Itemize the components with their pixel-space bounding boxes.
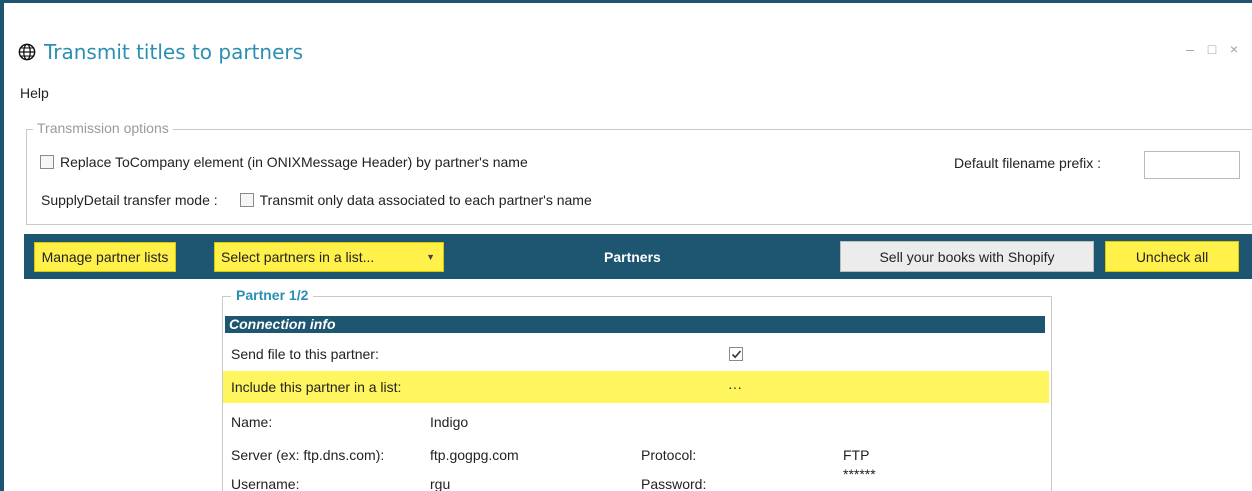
transmission-options-group: Transmission options: [26, 120, 1252, 225]
partners-title: Partners: [604, 249, 661, 265]
username-value[interactable]: rgu: [430, 476, 450, 491]
partners-toolbar: Manage partner lists Select partners in …: [24, 234, 1252, 279]
username-row: Username: rgu Password: ******: [223, 466, 1049, 491]
name-label: Name:: [231, 414, 273, 430]
partner-legend: Partner 1/2: [231, 287, 314, 303]
replace-tocompany-label: Replace ToCompany element (in ONIXMessag…: [60, 154, 528, 170]
name-row: Name: Indigo: [223, 406, 1049, 438]
window-left-edge: [0, 3, 4, 491]
default-prefix-input[interactable]: [1144, 151, 1240, 179]
server-value[interactable]: ftp.gogpg.com: [430, 447, 519, 463]
maximize-button[interactable]: □: [1206, 41, 1218, 57]
window-controls: – □ ×: [1184, 41, 1240, 57]
name-value[interactable]: Indigo: [430, 414, 468, 430]
include-list-label: Include this partner in a list:: [231, 379, 402, 395]
close-button[interactable]: ×: [1228, 41, 1240, 57]
window-title: Transmit titles to partners: [44, 40, 304, 64]
username-label: Username:: [231, 476, 300, 491]
transmission-options-legend: Transmission options: [33, 120, 173, 136]
replace-tocompany-checkbox[interactable]: [40, 155, 54, 169]
send-file-row: Send file to this partner:: [223, 338, 1049, 370]
manage-partner-lists-button[interactable]: Manage partner lists: [34, 242, 176, 272]
include-list-more-button[interactable]: ···: [728, 379, 742, 395]
supply-mode-label: SupplyDetail transfer mode :: [41, 192, 218, 208]
server-label: Server (ex: ftp.dns.com):: [231, 447, 385, 463]
chevron-down-icon: ▼: [426, 252, 435, 262]
minimize-button[interactable]: –: [1184, 41, 1196, 57]
send-file-label: Send file to this partner:: [231, 346, 379, 362]
connection-info-header: Connection info: [225, 316, 1045, 333]
checkmark-icon: [731, 349, 741, 358]
select-partners-value: Select partners in a list...: [221, 249, 375, 265]
transmit-only-label: Transmit only data associated to each pa…: [259, 192, 592, 208]
protocol-label: Protocol:: [641, 447, 697, 463]
password-label: Password:: [641, 476, 707, 491]
supply-mode-row: SupplyDetail transfer mode : Transmit on…: [41, 192, 592, 208]
replace-tocompany-row: Replace ToCompany element (in ONIXMessag…: [40, 154, 528, 170]
main-window: Transmit titles to partners – □ × Help T…: [0, 0, 1252, 491]
title-bar: Transmit titles to partners: [18, 37, 303, 67]
uncheck-all-button[interactable]: Uncheck all: [1105, 241, 1239, 272]
menu-help[interactable]: Help: [20, 85, 49, 101]
protocol-value[interactable]: FTP: [843, 447, 869, 463]
send-file-checkbox[interactable]: [729, 347, 743, 361]
globe-icon: [18, 43, 36, 61]
select-partners-dropdown[interactable]: Select partners in a list... ▼: [214, 242, 444, 272]
transmit-only-checkbox[interactable]: [239, 193, 254, 207]
server-row: Server (ex: ftp.dns.com): ftp.gogpg.com …: [223, 439, 1049, 471]
shopify-button[interactable]: Sell your books with Shopify: [840, 241, 1094, 272]
default-prefix-label: Default filename prefix :: [954, 155, 1102, 171]
password-value[interactable]: ******: [843, 466, 876, 482]
include-list-row: Include this partner in a list: ···: [223, 371, 1049, 403]
